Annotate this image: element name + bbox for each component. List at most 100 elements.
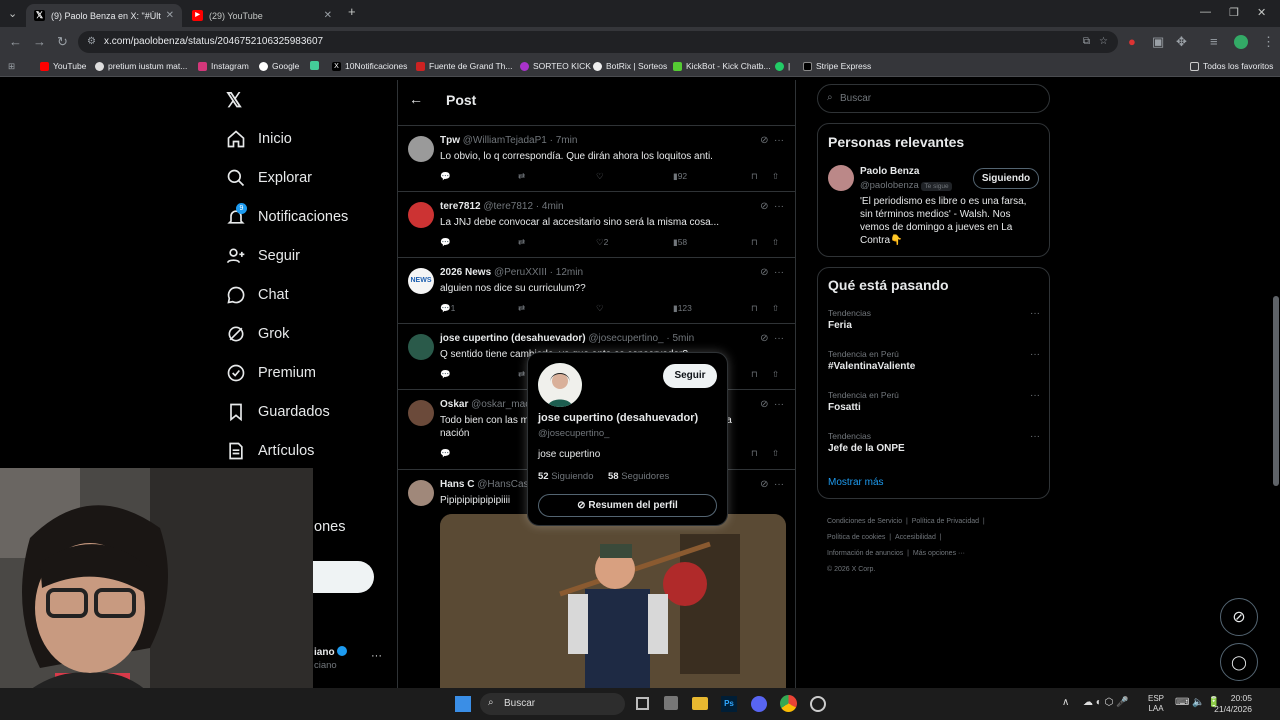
share-icon[interactable]: ⇧ [772, 171, 779, 182]
footer-link[interactable]: Política de cookies [827, 534, 885, 541]
file-explorer-icon[interactable] [692, 697, 708, 710]
nav-guardados[interactable]: Guardados [226, 402, 330, 422]
bookmark-stripe[interactable]: Stripe Express [803, 61, 871, 71]
all-favorites[interactable]: Todos los favoritos [1190, 61, 1273, 71]
task-view-icon[interactable] [636, 697, 649, 710]
bookmark-google[interactable]: Google [259, 61, 299, 71]
popover-handle[interactable]: @josecupertino_ [538, 428, 609, 439]
share-icon[interactable]: ⇧ [772, 303, 779, 314]
author-handle[interactable]: @PeruXXIII [494, 267, 547, 278]
bookmark-icon[interactable]: ⊓ [751, 448, 758, 459]
restore-icon[interactable]: ❐ [1229, 6, 1239, 19]
new-tab-icon[interactable]: + [348, 4, 356, 19]
back-arrow-icon[interactable]: ← [409, 91, 423, 107]
show-more-link[interactable]: Mostrar más [828, 477, 884, 488]
nav-premium[interactable]: Premium [226, 363, 316, 383]
avatar[interactable] [408, 202, 434, 228]
views-stat[interactable]: ▮ 58 [673, 237, 687, 248]
app-icon[interactable] [664, 696, 678, 710]
extension-red-icon[interactable]: ● [1128, 34, 1136, 49]
forward-icon[interactable]: → [33, 34, 46, 49]
avatar[interactable] [828, 165, 854, 191]
avatar[interactable] [408, 480, 434, 506]
popover-name[interactable]: jose cupertino (desahuevador) [538, 412, 698, 424]
author-name[interactable]: tere7812 [440, 201, 481, 212]
media-icon[interactable]: ≡ [1210, 34, 1218, 49]
share-icon[interactable]: ⇧ [772, 369, 779, 380]
author-handle[interactable]: @oskar_mac [471, 399, 530, 410]
grok-and-more-icon[interactable]: ⊘ ··· [760, 479, 784, 490]
close-window-icon[interactable]: ✕ [1257, 6, 1266, 19]
grok-fab[interactable]: ⊘ [1220, 598, 1258, 636]
author-handle[interactable]: @tere7812 [483, 201, 533, 212]
tab-youtube[interactable]: ▶ (29) YouTube ✕ [184, 4, 340, 27]
reply-item[interactable]: NEWS 2026 News @PeruXXIII · 12min ⊘ ··· … [398, 258, 796, 324]
tray-icons[interactable]: ☁ ◐ ⬡ 🎤 [1083, 697, 1129, 708]
extension-icon[interactable]: ▣ [1152, 34, 1164, 50]
discord-icon[interactable] [751, 696, 767, 712]
nav-seguir[interactable]: Seguir [226, 246, 300, 266]
nav-articulos[interactable]: Artículos [226, 441, 314, 461]
messages-fab[interactable]: ◯ [1220, 643, 1258, 681]
more-icon[interactable]: ··· [1030, 390, 1040, 401]
trend-item[interactable]: Tendencias Jefe de la ONPE ··· [828, 431, 1040, 454]
like-icon[interactable]: ♡ 2 [596, 237, 608, 248]
nav-chat[interactable]: Chat [226, 285, 289, 305]
bookmark-sorteo-kick[interactable]: SORTEO KICK [520, 61, 591, 71]
bookmark-icon[interactable]: ⊓ [751, 303, 758, 314]
reload-icon[interactable]: ↻ [57, 34, 68, 50]
trend-item[interactable]: Tendencias Feria ··· [828, 308, 1040, 331]
following-button[interactable]: Siguiendo [973, 168, 1039, 189]
avatar[interactable]: NEWS [408, 268, 434, 294]
reply-item[interactable]: Tpw @WilliamTejadaP1 · 7min ⊘ ··· Lo obv… [398, 126, 796, 192]
share-icon[interactable]: ⇧ [772, 237, 779, 248]
author-handle[interactable]: @WilliamTejadaP1 [463, 135, 547, 146]
bookmark-botrix[interactable]: BotRix | Sorteos [593, 61, 667, 71]
bookmark-instagram[interactable]: Instagram [198, 61, 249, 71]
footer-link[interactable]: Información de anuncios [827, 550, 903, 557]
retweet-icon[interactable]: ⇄ [518, 369, 525, 380]
footer-link[interactable]: Condiciones de Servicio [827, 518, 902, 525]
more-icon[interactable]: ··· [1030, 349, 1040, 360]
bookmark-star-icon[interactable]: ☆ [1099, 31, 1108, 53]
reply-icon[interactable]: 💬 1 [440, 303, 455, 314]
author-handle[interactable]: @HansCas [477, 479, 528, 490]
footer-link[interactable]: Política de Privacidad [912, 518, 979, 525]
install-icon[interactable]: ⧉ [1083, 31, 1090, 53]
popover-avatar[interactable] [538, 363, 582, 407]
bookmark-whatsapp[interactable]: | [775, 61, 790, 71]
language-indicator[interactable]: ESP LAA [1148, 694, 1164, 714]
more-icon[interactable]: ··· [1030, 308, 1040, 319]
bookmark-10notificaciones[interactable]: X 10Notificaciones [332, 61, 407, 71]
bookmark-fuente[interactable]: Fuente de Grand Th... [416, 61, 512, 71]
page-scrollbar[interactable] [1272, 80, 1280, 688]
grok-and-more-icon[interactable]: ⊘ ··· [760, 201, 784, 212]
start-windows-icon[interactable] [455, 696, 471, 712]
like-icon[interactable]: ♡ [596, 171, 604, 182]
profile-summary-button[interactable]: ⊘ Resumen del perfil [538, 494, 717, 517]
popover-following[interactable]: 52 Siguiendo [538, 471, 593, 482]
follow-button[interactable]: Seguir [663, 364, 717, 388]
share-icon[interactable]: ⇧ [772, 448, 779, 459]
close-tab-icon[interactable]: ✕ [166, 10, 174, 21]
author-handle[interactable]: @josecupertino_ [588, 333, 663, 344]
x-logo-icon[interactable]: 𝕏 [226, 88, 242, 113]
more-icon[interactable]: ··· [1030, 431, 1040, 442]
avatar[interactable] [408, 136, 434, 162]
person-handle[interactable]: @paolobenza Te sigue [860, 180, 952, 191]
author-name[interactable]: Oskar [440, 399, 468, 410]
views-stat[interactable]: ▮ 92 [673, 171, 687, 182]
account-more-icon[interactable]: ··· [371, 650, 382, 662]
grok-and-more-icon[interactable]: ⊘ ··· [760, 333, 784, 344]
author-name[interactable]: jose cupertino (desahuevador) [440, 333, 586, 344]
menu-dots-icon[interactable]: ⋮ [1262, 34, 1275, 50]
nav-inicio[interactable]: Inicio [226, 129, 292, 149]
person-name[interactable]: Paolo Benza [860, 166, 919, 177]
author-name[interactable]: Tpw [440, 135, 460, 146]
reply-media-image[interactable] [440, 514, 786, 688]
bookmark-kickbot[interactable]: KickBot - Kick Chatb... [673, 61, 771, 71]
avatar[interactable] [408, 400, 434, 426]
nav-more-partial[interactable]: ones [314, 519, 345, 535]
bookmark-icon[interactable]: ⊓ [751, 237, 758, 248]
profile-avatar[interactable] [1234, 35, 1248, 49]
